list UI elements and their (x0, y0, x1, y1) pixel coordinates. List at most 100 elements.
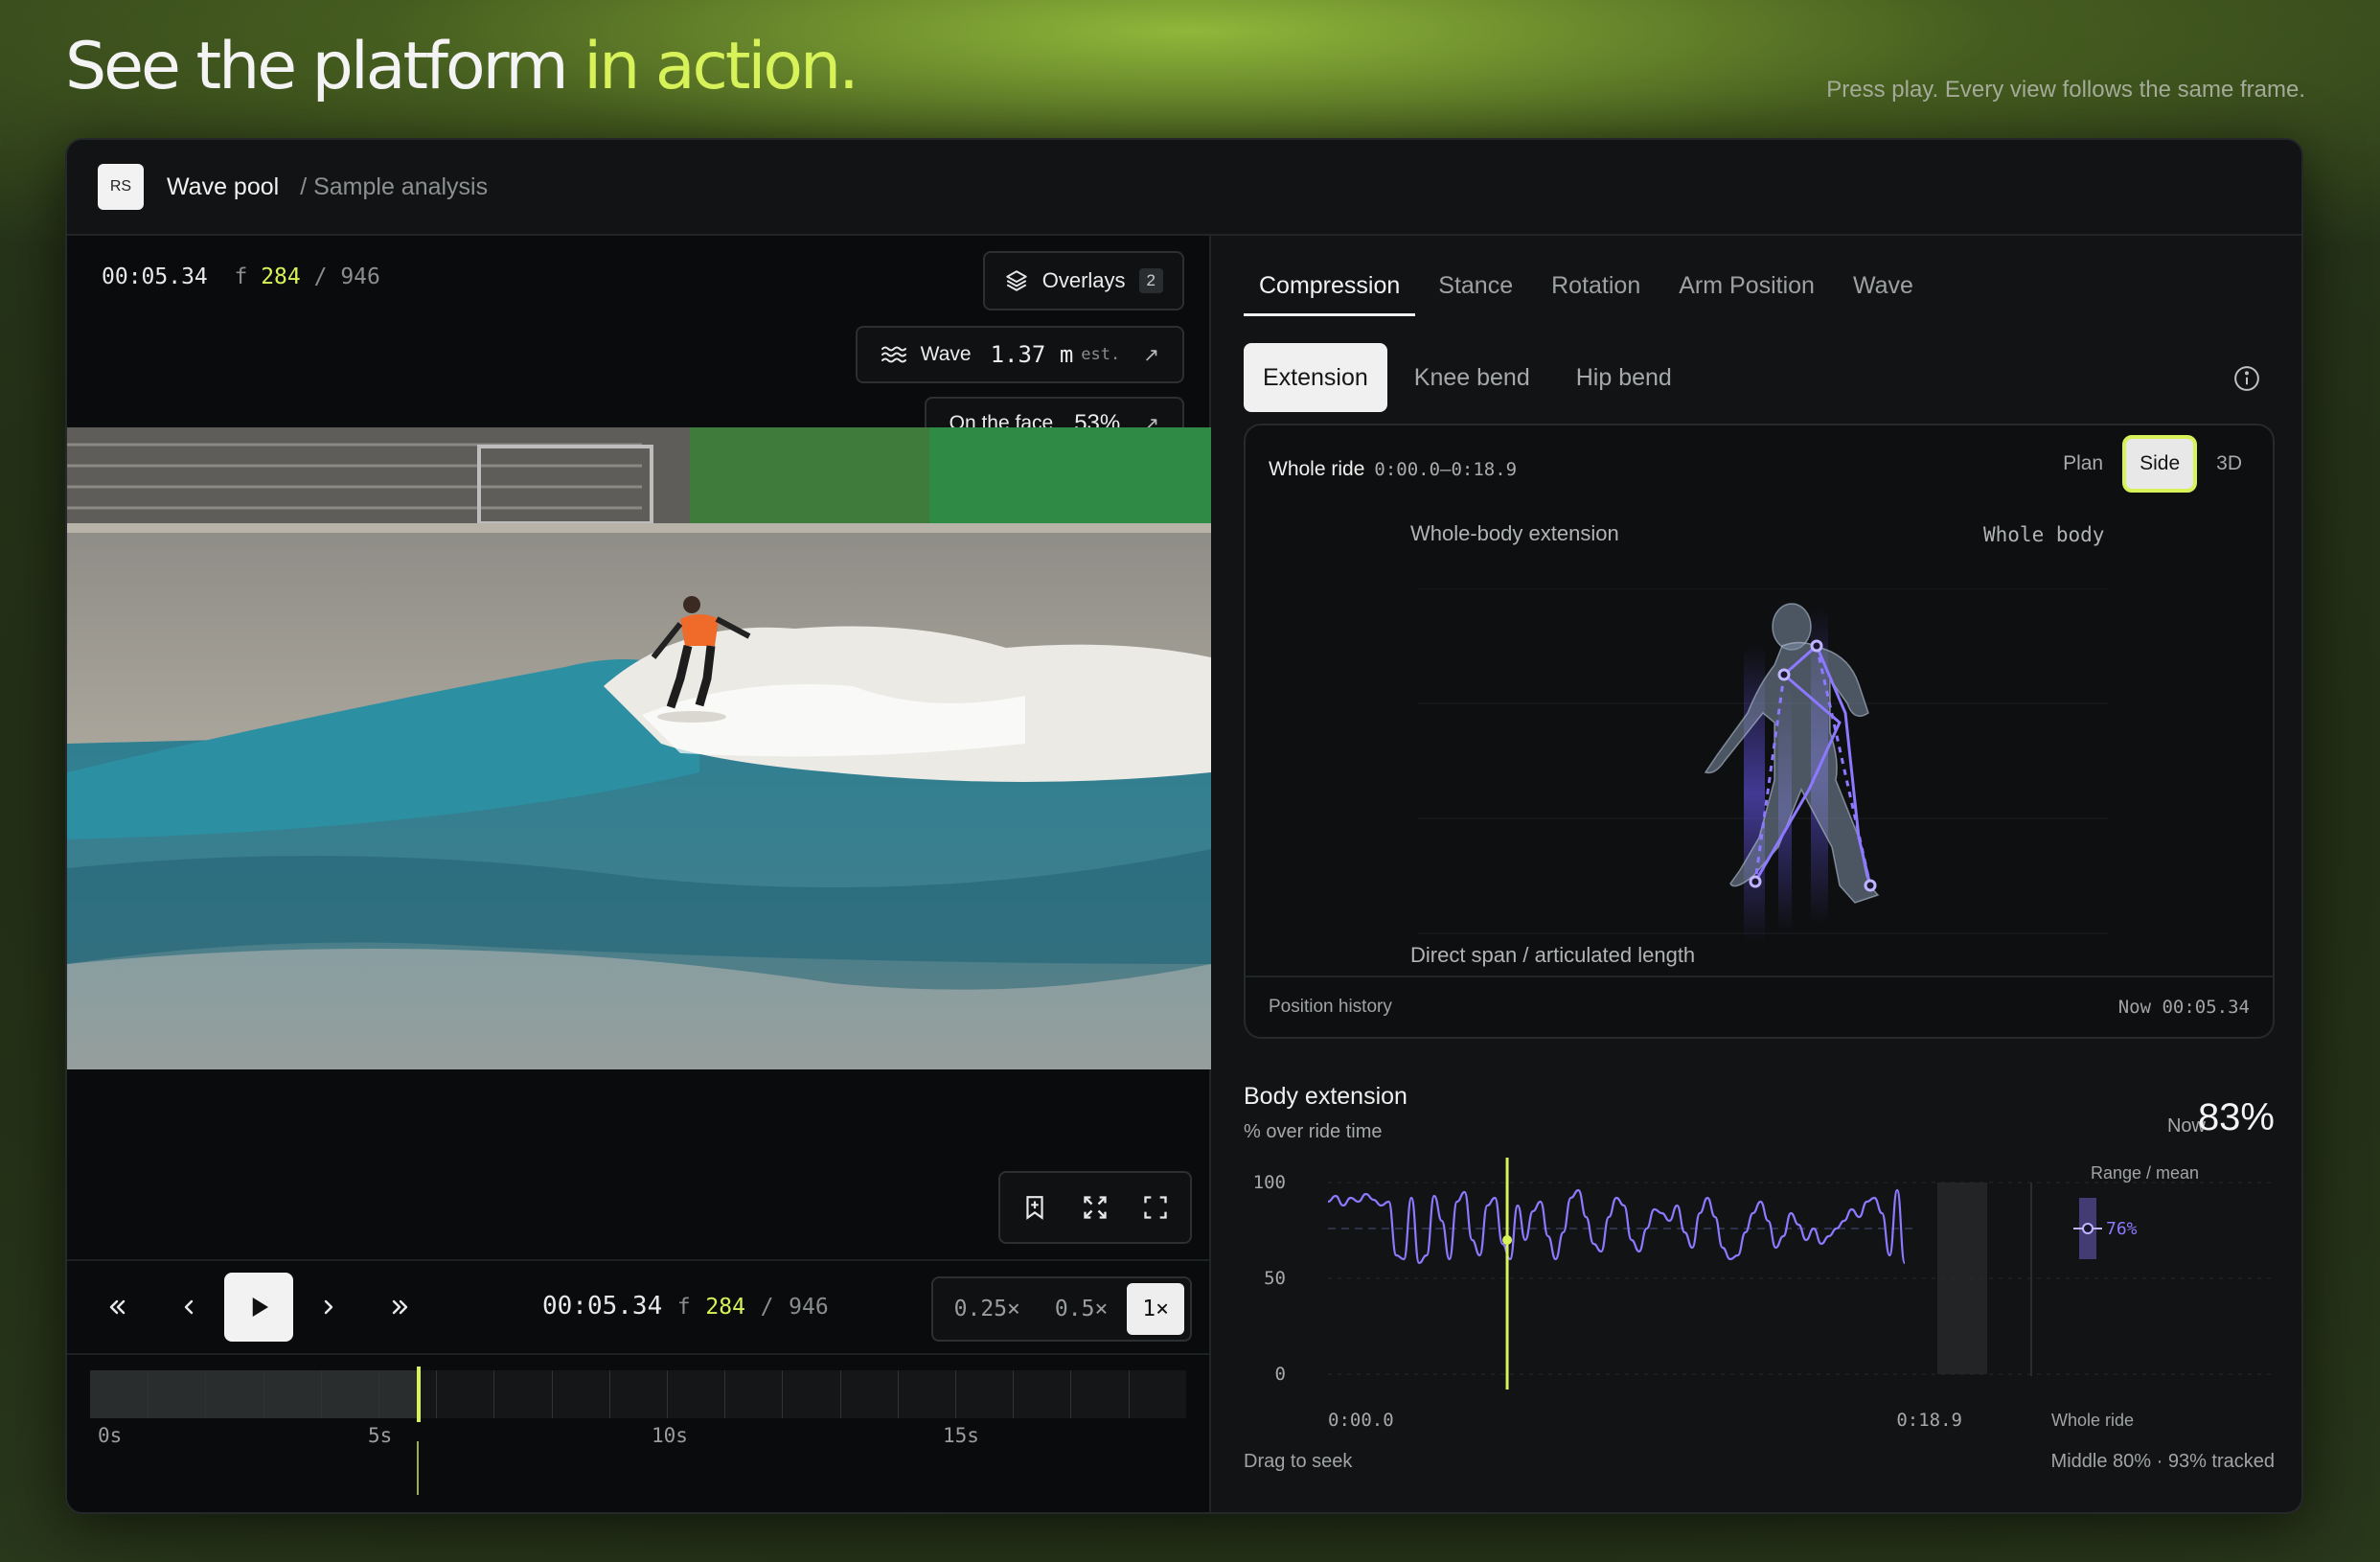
bookmark-add-icon[interactable] (1016, 1188, 1054, 1227)
wave-value: 1.37 m (990, 341, 1074, 368)
timeline-tick (205, 1370, 207, 1418)
range-mean-header: Range / mean (2091, 1163, 2199, 1183)
metric-subtabs: Extension Knee bend Hip bend (1244, 343, 1691, 412)
body-skeleton-figure[interactable] (1418, 587, 2108, 943)
position-history-label: Position history (1269, 997, 1392, 1017)
timeline-tick (1013, 1370, 1015, 1418)
frame-sep: / (760, 1295, 774, 1320)
timeline-played (90, 1370, 418, 1418)
frame-prefix: f (234, 264, 248, 289)
step-forward-icon[interactable] (305, 1284, 351, 1330)
mean-label: 76% (2106, 1219, 2138, 1239)
timeline-tick (782, 1370, 784, 1418)
wave-qualifier: est. (1081, 345, 1121, 364)
mean-dot (2082, 1223, 2094, 1234)
speed-option[interactable]: 0.25× (939, 1283, 1036, 1335)
timeline-playhead[interactable] (417, 1367, 421, 1422)
speed-selector: 0.25× 0.5× 1× (930, 1276, 1192, 1342)
panel-header: RS Wave pool / Sample analysis (67, 140, 2301, 236)
frame-total: 946 (340, 264, 380, 289)
tab-stance[interactable]: Stance (1423, 259, 1528, 316)
tab-wave[interactable]: Wave (1838, 259, 1929, 316)
timeline-tick (320, 1370, 322, 1418)
headline-accent: in action. (584, 29, 859, 104)
viz-label-bottom: Direct span / articulated length (1410, 943, 1696, 967)
view-toggle: Plan Side 3D (2051, 435, 2254, 493)
timeline-tick (839, 1370, 841, 1418)
viz-now-time: Now 00:05.34 (2117, 997, 2250, 1018)
subtab-extension[interactable]: Extension (1244, 343, 1387, 412)
timeline-label: 5s (368, 1424, 393, 1447)
skip-forward-icon[interactable] (378, 1284, 423, 1330)
timeline-tick (493, 1370, 495, 1418)
tracking-summary: Middle 80% · 93% tracked (2050, 1451, 2275, 1472)
project-name[interactable]: Wave pool (167, 173, 279, 201)
timeline-tick (724, 1370, 726, 1418)
tagline: Press play. Every view follows the same … (1826, 77, 2305, 103)
timeline-tick (955, 1370, 956, 1418)
frame-total: 946 (789, 1295, 829, 1320)
timeline-tick (436, 1370, 438, 1418)
view-3d[interactable]: 3D (2205, 435, 2254, 493)
viz-label-left: Whole-body extension (1410, 521, 1619, 545)
wave-height-pill[interactable]: Wave 1.37 m est. ↗ (855, 326, 1184, 383)
viz-label-right: Whole body (1983, 523, 2105, 546)
timeline-tick (897, 1370, 899, 1418)
fullscreen-icon[interactable] (1136, 1188, 1175, 1227)
overlays-button[interactable]: Overlays 2 (982, 251, 1184, 310)
arrow-up-right-icon: ↗ (1143, 344, 1159, 366)
timeline-label: 15s (943, 1424, 979, 1447)
time: 00:05.34 (542, 1292, 663, 1321)
range-label: Whole ride (1269, 458, 1365, 480)
tab-rotation[interactable]: Rotation (1536, 259, 1656, 316)
timeline-tick (148, 1370, 149, 1418)
overlays-count: 2 (1138, 268, 1163, 293)
app-panel: RS Wave pool / Sample analysis 00:05.34 … (65, 138, 2303, 1514)
timeline-tick (1128, 1370, 1130, 1418)
timeline-tick (263, 1370, 264, 1418)
info-icon[interactable] (2232, 364, 2261, 393)
video-timecode: 00:05.34 f 284 / 946 (102, 264, 380, 289)
timeline-tick (608, 1370, 610, 1418)
frame-number: 284 (261, 264, 301, 289)
analysis-panel: Compression Stance Rotation Arm Position… (1213, 236, 2301, 1512)
pose-visualization: Whole ride 0:00.0–0:18.9 Plan Side 3D Who… (1244, 424, 2275, 1039)
video-player: 00:05.34 f 284 / 946 Overlays 2 Wave 1.3… (67, 236, 1211, 1512)
overlays-label: Overlays (1041, 268, 1126, 292)
frame-sep: / (313, 264, 328, 289)
fit-screen-icon[interactable] (1076, 1188, 1114, 1227)
subtab-knee-bend[interactable]: Knee bend (1395, 343, 1549, 412)
skip-back-icon[interactable] (94, 1284, 140, 1330)
logo-badge[interactable]: RS (98, 164, 144, 210)
y-tick-label: 0 (1275, 1364, 1286, 1385)
headline-main: See the platform (65, 29, 584, 104)
timeline-label: 10s (652, 1424, 688, 1447)
chart-title: Body extension (1244, 1083, 1407, 1110)
view-side[interactable]: Side (2122, 435, 2198, 493)
playback-controls: 00:05.34 f 284 / 946 0.25× 0.5× 1× (67, 1259, 1209, 1355)
speed-option-active[interactable]: 1× (1127, 1283, 1184, 1335)
viz-range: Whole ride 0:00.0–0:18.9 (1269, 458, 1517, 481)
page-headline: See the platform in action. (65, 29, 859, 104)
subtab-hip-bend[interactable]: Hip bend (1557, 343, 1691, 412)
timeline-label: 0s (98, 1424, 123, 1447)
step-back-icon[interactable] (167, 1284, 213, 1330)
breadcrumb: / Sample analysis (300, 172, 489, 200)
tab-arm-position[interactable]: Arm Position (1663, 259, 1830, 316)
timeline-tick (1070, 1370, 1072, 1418)
tab-compression[interactable]: Compression (1244, 259, 1416, 316)
frame-number: 284 (705, 1295, 745, 1320)
analysis-tabs: Compression Stance Rotation Arm Position… (1244, 259, 1936, 316)
y-tick-label: 100 (1253, 1172, 1286, 1193)
body-extension-chart[interactable]: 100 50 0 0:00.0 0:18.9 Range / mean 76% Whol… (1244, 1156, 2275, 1443)
frame-prefix: f (676, 1295, 691, 1320)
timeline-scrubber[interactable] (90, 1367, 1186, 1422)
layers-icon (1004, 268, 1029, 293)
video-frame[interactable] (67, 427, 1211, 1069)
wave-icon (881, 343, 907, 366)
whole-ride-label: Whole ride (2051, 1411, 2134, 1430)
play-button[interactable] (224, 1273, 293, 1342)
chart-subtitle: % over ride time (1244, 1121, 1383, 1142)
view-plan[interactable]: Plan (2051, 435, 2115, 493)
speed-option[interactable]: 0.5× (1040, 1283, 1123, 1335)
